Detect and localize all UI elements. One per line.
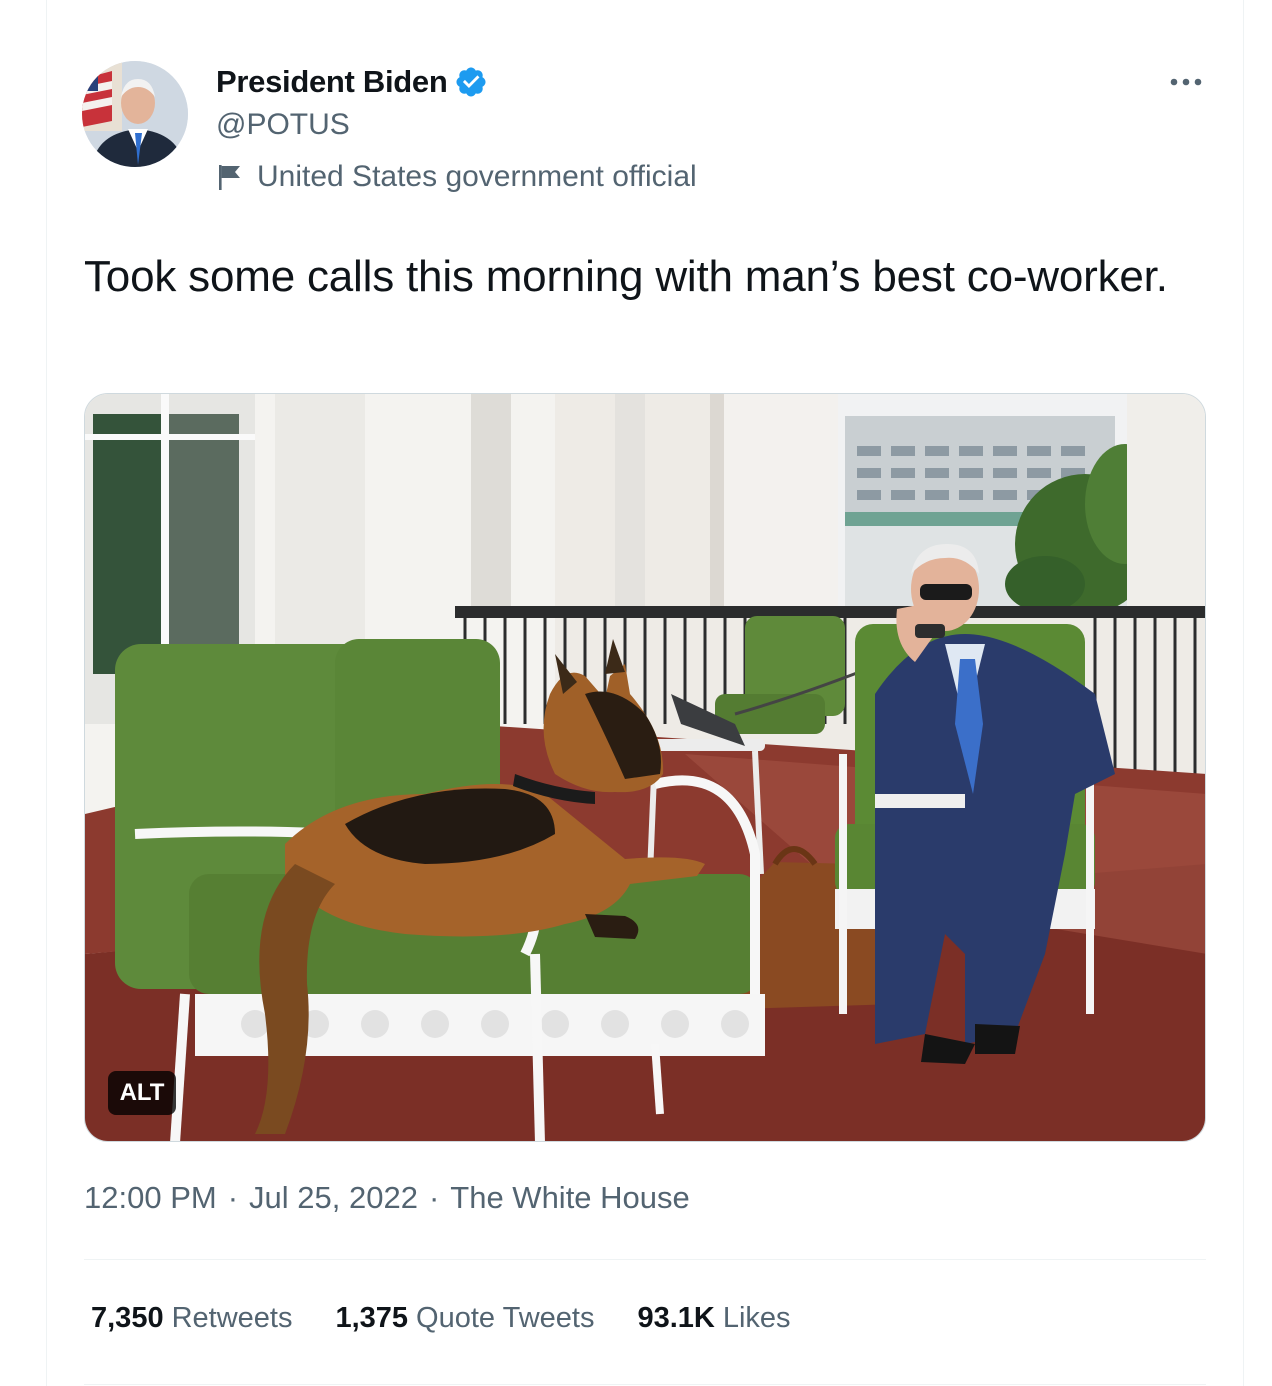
quote-tweets-label: Quote Tweets bbox=[416, 1302, 595, 1334]
tweet-photo[interactable] bbox=[84, 393, 1206, 1142]
retweets-stat[interactable]: 7,350 Retweets bbox=[91, 1302, 292, 1335]
author-display-name[interactable]: President Biden bbox=[216, 64, 448, 100]
author-name-row: President Biden bbox=[216, 62, 488, 102]
engagement-stats: 7,350 Retweets 1,375 Quote Tweets 93.1K … bbox=[91, 1302, 834, 1335]
flag-icon bbox=[216, 162, 244, 192]
divider bbox=[84, 1259, 1206, 1260]
tweet-metadata: 12:00 PM · Jul 25, 2022 · The White Hous… bbox=[84, 1180, 690, 1216]
separator-dot: · bbox=[428, 1180, 440, 1215]
more-options-button[interactable] bbox=[1164, 64, 1208, 100]
more-icon bbox=[1170, 78, 1202, 86]
quote-tweets-stat[interactable]: 1,375 Quote Tweets bbox=[335, 1302, 594, 1335]
quote-tweets-count: 1,375 bbox=[335, 1302, 409, 1334]
government-label: United States government official bbox=[216, 160, 697, 194]
tweet-date[interactable]: Jul 25, 2022 bbox=[249, 1180, 418, 1216]
retweets-label: Retweets bbox=[171, 1302, 293, 1334]
author-handle[interactable]: @POTUS bbox=[216, 108, 350, 142]
government-label-text: United States government official bbox=[257, 160, 697, 193]
separator-dot: · bbox=[227, 1180, 239, 1215]
alt-text-badge[interactable]: ALT bbox=[108, 1071, 176, 1115]
tweet-source[interactable]: The White House bbox=[450, 1180, 690, 1216]
likes-stat[interactable]: 93.1K Likes bbox=[637, 1302, 790, 1335]
likes-label: Likes bbox=[722, 1302, 791, 1334]
verified-badge-icon bbox=[454, 65, 488, 99]
tweet-time[interactable]: 12:00 PM bbox=[84, 1180, 217, 1216]
tweet-text: Took some calls this morning with man’s … bbox=[84, 252, 1168, 301]
divider bbox=[84, 1384, 1206, 1385]
retweets-count: 7,350 bbox=[91, 1302, 164, 1334]
author-avatar[interactable] bbox=[82, 61, 188, 167]
likes-count: 93.1K bbox=[637, 1302, 715, 1334]
